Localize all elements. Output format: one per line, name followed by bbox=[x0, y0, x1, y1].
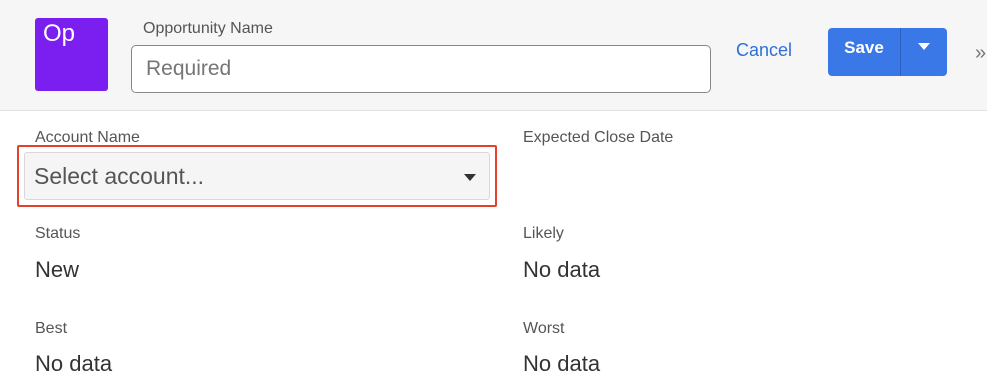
best-label: Best bbox=[35, 320, 68, 337]
account-select-placeholder: Select account... bbox=[34, 163, 205, 189]
likely-label: Likely bbox=[523, 225, 564, 242]
worst-value[interactable]: No data bbox=[523, 351, 600, 377]
avatar-text: Op bbox=[43, 20, 76, 47]
caret-down-icon bbox=[464, 174, 476, 181]
worst-label: Worst bbox=[523, 320, 565, 337]
best-value[interactable]: No data bbox=[35, 351, 112, 377]
cancel-button[interactable]: Cancel bbox=[736, 40, 792, 61]
record-header: Op Opportunity Name Cancel Save » bbox=[0, 0, 987, 111]
record-avatar: Op bbox=[35, 18, 108, 91]
status-label: Status bbox=[35, 225, 81, 242]
save-dropdown-button[interactable] bbox=[901, 28, 947, 76]
account-select[interactable]: Select account... bbox=[24, 152, 490, 200]
expected-close-date-label: Expected Close Date bbox=[523, 129, 674, 146]
opportunity-name-input[interactable] bbox=[131, 45, 711, 93]
save-split-button: Save bbox=[828, 28, 947, 76]
chevron-down-icon bbox=[918, 43, 930, 50]
double-chevron-right-icon[interactable]: » bbox=[975, 42, 986, 65]
status-value[interactable]: New bbox=[35, 257, 79, 283]
save-button[interactable]: Save bbox=[828, 28, 900, 76]
likely-value[interactable]: No data bbox=[523, 257, 600, 283]
opportunity-name-label: Opportunity Name bbox=[143, 20, 273, 37]
account-select-highlight: Select account... bbox=[17, 145, 497, 207]
